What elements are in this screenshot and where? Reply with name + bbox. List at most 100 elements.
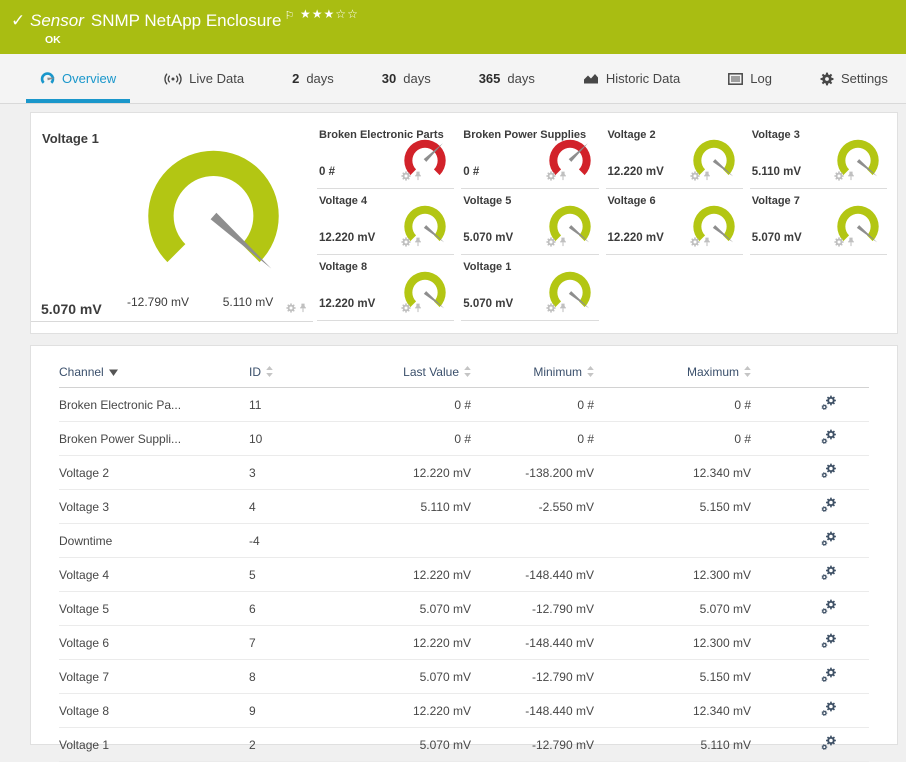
cell-maximum: 12.300 mV	[594, 625, 751, 660]
pin-icon[interactable]	[414, 234, 422, 252]
mini-gauge-title: Voltage 3	[751, 129, 800, 141]
gear-icon[interactable]	[401, 168, 411, 186]
channel-settings-icon[interactable]	[821, 735, 837, 751]
channel-settings-icon[interactable]	[821, 497, 837, 513]
star-empty-icon[interactable]: ☆	[335, 7, 347, 21]
star-filled-icon[interactable]: ★	[300, 7, 312, 21]
pin-icon[interactable]	[559, 300, 567, 318]
pin-icon[interactable]	[703, 234, 711, 252]
gear-icon[interactable]	[545, 168, 556, 186]
tab-settings[interactable]: Settings	[806, 54, 902, 103]
tab-label: Settings	[840, 71, 888, 86]
cell-last-value: 12.220 mV	[359, 693, 471, 728]
cell-last-value: 12.220 mV	[359, 625, 471, 660]
gear-icon[interactable]	[401, 300, 411, 318]
channel-settings-icon[interactable]	[821, 531, 837, 547]
tab-live-data[interactable]: Live Data	[150, 54, 258, 103]
mini-gauge-cell[interactable]: Voltage 4 12.220 mV	[317, 189, 455, 255]
column-header-maximum[interactable]: Maximum	[594, 356, 751, 388]
star-filled-icon[interactable]: ★	[312, 7, 324, 21]
tab-2-days[interactable]: 2 days	[278, 54, 348, 103]
gear-icon[interactable]	[690, 234, 700, 252]
primary-gauge-value: 5.070 mV	[41, 301, 102, 317]
cell-maximum: 5.110 mV	[594, 727, 751, 762]
table-row: Downtime -4	[59, 523, 869, 558]
mini-gauge-title: Voltage 7	[751, 195, 800, 207]
tab-label: Live Data	[189, 71, 245, 86]
cell-channel: Voltage 2	[59, 455, 249, 490]
cell-minimum: -12.790 mV	[471, 727, 594, 762]
cell-maximum: 5.070 mV	[594, 591, 751, 626]
cell-last-value: 5.070 mV	[359, 727, 471, 762]
mini-gauge-title: Voltage 6	[607, 195, 656, 207]
channels-table-head: Channel ID Last Value Minimum Maximum	[59, 356, 869, 388]
channel-settings-icon[interactable]	[821, 701, 837, 717]
primary-gauge-cell[interactable]: Voltage 1 -12.790 mV 5.110 mV 5.070 mV	[31, 123, 313, 322]
mini-gauge-title: Voltage 2	[607, 129, 656, 141]
column-header-settings	[751, 356, 869, 388]
column-header-minimum[interactable]: Minimum	[471, 356, 594, 388]
gear-icon[interactable]	[834, 168, 844, 186]
column-header-id[interactable]: ID	[249, 356, 359, 388]
mini-gauge-controls	[690, 168, 711, 186]
star-rating[interactable]: ★★★☆☆	[300, 7, 359, 21]
mini-gauge-cell[interactable]: Broken Power Supplies 0 #	[461, 123, 599, 189]
tab-label: days	[507, 71, 535, 86]
flag-icon[interactable]: ⚐	[284, 10, 294, 22]
tab-overview[interactable]: Overview	[26, 54, 131, 103]
pin-icon[interactable]	[414, 168, 422, 186]
tab-30-days[interactable]: 30 days	[368, 54, 445, 103]
tab-historic-data[interactable]: Historic Data	[569, 54, 694, 103]
channel-settings-icon[interactable]	[821, 599, 837, 615]
channel-settings-icon[interactable]	[821, 633, 837, 649]
star-empty-icon[interactable]: ☆	[347, 7, 359, 21]
column-header-last-value[interactable]: Last Value	[359, 356, 471, 388]
mini-gauge-cell[interactable]: Voltage 3 5.110 mV	[749, 123, 887, 189]
mini-gauge-cell[interactable]: Broken Electronic Parts 0 #	[317, 123, 455, 189]
star-filled-icon[interactable]: ★	[324, 7, 336, 21]
sensor-title: SNMP NetApp Enclosure	[90, 11, 282, 30]
channel-settings-icon[interactable]	[821, 565, 837, 581]
mini-gauge-value: 5.110 mV	[751, 166, 801, 178]
cell-last-value: 0 #	[359, 421, 471, 456]
log-icon	[728, 72, 744, 85]
column-header-channel[interactable]: Channel	[59, 356, 249, 388]
tab-365-days[interactable]: 365 days	[465, 54, 549, 103]
cell-last-value: 5.070 mV	[359, 591, 471, 626]
gear-icon[interactable]	[834, 234, 844, 252]
mini-gauge-cell[interactable]: Voltage 5 5.070 mV	[461, 189, 599, 255]
channel-settings-icon[interactable]	[821, 395, 837, 411]
table-row: Voltage 2 3 12.220 mV -138.200 mV 12.340 mV	[59, 455, 869, 490]
mini-gauge-cell[interactable]: Voltage 8 12.220 mV	[317, 255, 455, 321]
mini-gauge-cell[interactable]: Voltage 1 5.070 mV	[461, 255, 599, 321]
pin-icon[interactable]	[559, 234, 567, 252]
pin-icon[interactable]	[847, 234, 855, 252]
channel-settings-icon[interactable]	[821, 429, 837, 445]
pin-icon[interactable]	[703, 168, 711, 186]
gear-icon[interactable]	[690, 168, 700, 186]
gear-icon[interactable]	[286, 300, 296, 318]
mini-gauge-cell[interactable]: Voltage 2 12.220 mV	[605, 123, 743, 189]
tab-log[interactable]: Log	[714, 54, 786, 103]
cell-channel: Voltage 3	[59, 489, 249, 524]
mini-gauge-cell[interactable]: Voltage 6 12.220 mV	[605, 189, 743, 255]
cell-maximum: 0 #	[594, 421, 751, 456]
mini-gauge-value: 5.070 mV	[751, 232, 802, 244]
pin-icon[interactable]	[299, 300, 307, 318]
pin-icon[interactable]	[847, 168, 855, 186]
pin-icon[interactable]	[414, 300, 422, 318]
pin-icon[interactable]	[559, 168, 567, 186]
gear-icon[interactable]	[401, 234, 411, 252]
cell-id: 10	[249, 421, 359, 456]
channel-settings-icon[interactable]	[821, 463, 837, 479]
column-label: Maximum	[686, 365, 739, 379]
tab-label: Log	[750, 71, 772, 86]
primary-gauge-controls	[286, 300, 307, 318]
mini-gauge-title: Voltage 8	[319, 261, 368, 273]
gear-icon[interactable]	[545, 234, 556, 252]
cell-maximum	[594, 523, 751, 558]
channel-settings-icon[interactable]	[821, 667, 837, 683]
mini-gauge-cell[interactable]: Voltage 7 5.070 mV	[749, 189, 887, 255]
mini-gauge-controls	[834, 234, 855, 252]
gear-icon[interactable]	[545, 300, 556, 318]
